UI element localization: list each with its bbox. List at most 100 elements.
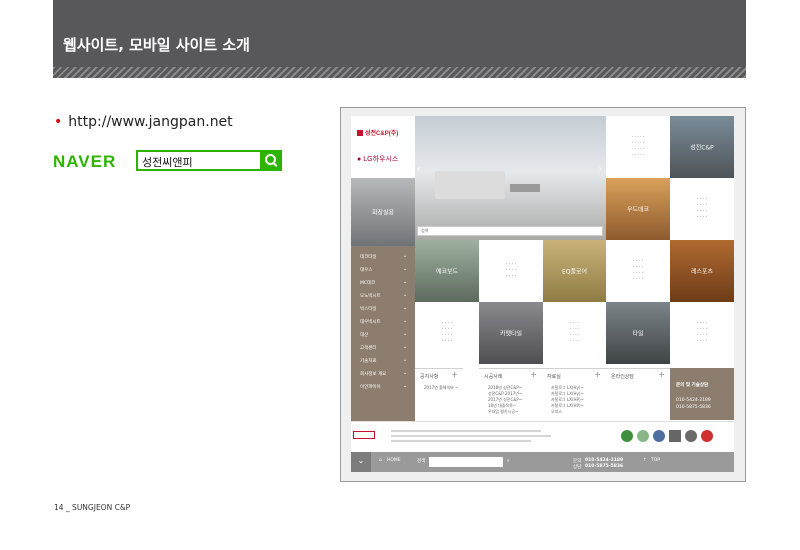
certification-badge-icon: [669, 430, 681, 442]
news-online[interactable]: 온라인상담 +: [606, 368, 670, 420]
top-button[interactable]: TOP: [651, 458, 660, 463]
chevron-down-icon: ⌄: [403, 344, 408, 350]
arrow-up-icon[interactable]: ↑: [643, 458, 647, 463]
logo-area: 성전C&P(주) LG하우시스: [351, 116, 415, 178]
sidebar-item[interactable]: 데코타일: [360, 254, 377, 260]
naver-logo: NAVER: [53, 152, 117, 171]
website-url[interactable]: http://www.jangpan.net: [68, 114, 232, 130]
chevron-down-icon: ⌄: [403, 266, 408, 272]
plus-icon[interactable]: +: [451, 370, 458, 379]
tile-tile2[interactable]: 타일: [606, 302, 670, 364]
news-line[interactable]: 오피스: [551, 409, 562, 415]
news-files[interactable]: 자료실 + 카탈로그 LX(Hy)~ 카탈로그 LX(Hy)~ 카탈로그 LX(…: [542, 368, 606, 420]
plus-icon[interactable]: +: [658, 370, 665, 379]
chevron-left-icon[interactable]: ‹: [417, 164, 420, 173]
table-shape: [510, 184, 540, 192]
company-logo[interactable]: 성전C&P(주): [357, 128, 398, 137]
home-icon[interactable]: ⌂: [379, 458, 382, 463]
hero-search-input[interactable]: 검색: [417, 226, 603, 236]
sidebar-item[interactable]: 기술자료: [360, 358, 377, 364]
footer-text-line: [391, 430, 541, 432]
news-heading: 온라인상담: [611, 374, 635, 380]
page-number: 14 _ SUNGJEON C&P: [54, 503, 131, 512]
chevron-down-icon: ⌄: [403, 357, 408, 363]
tile-wood[interactable]: 우드데코: [606, 178, 670, 240]
contact-box: 문의 및 기술상담 010-5424-2189 010-5875-5836: [670, 368, 734, 420]
certification-badge-icon: [621, 430, 633, 442]
slide-header: 웹사이트, 모바일 사이트 소개: [53, 0, 746, 78]
lg-logo[interactable]: LG하우시스: [357, 154, 398, 164]
phone-label-2: 상담: [573, 465, 582, 470]
plus-icon[interactable]: +: [594, 370, 601, 379]
sidebar-item[interactable]: 이인파이어: [360, 384, 381, 390]
bottom-search-label: 검색: [417, 459, 426, 464]
bottom-search-input[interactable]: [429, 457, 503, 467]
bullet-icon: •: [54, 114, 63, 130]
website-page: 성전C&P(주) LG하우시스 화장실용 ‹ › 검색 · · · · ·· ·…: [351, 116, 734, 472]
tile-info-text: · · · · · · · · · · · ·: [505, 262, 516, 279]
tile-tile2-label: 타일: [632, 330, 644, 338]
news-cases[interactable]: 시공사례 + 2018년 성전C&P~ 성전C&P 2017년~ 2017년 성…: [479, 368, 542, 420]
tile-carpet[interactable]: 카펫타일: [479, 302, 543, 364]
news-heading: 공지사항: [420, 374, 439, 380]
sidebar-item[interactable]: MC데코: [360, 280, 375, 286]
search-icon[interactable]: [260, 150, 282, 171]
tile-hwajang-label: 화장실용: [371, 209, 395, 217]
chevron-down-icon: ⌄: [403, 305, 408, 311]
hero-banner[interactable]: ‹ › 검색: [415, 116, 606, 240]
contact-phone-1: 010-5424-2189: [676, 398, 711, 403]
tile-info-text: · · · · · · · · · · · · · · · ·: [441, 321, 452, 344]
bottom-bar: ⌄ ⌂ HOME 검색 ⌕ 문의 010-5424-2189 상담 010-58…: [351, 452, 734, 472]
naver-search-value[interactable]: 성전씨앤피: [142, 154, 193, 170]
chevron-right-icon[interactable]: ›: [599, 164, 602, 173]
certification-badge-icon: [685, 430, 697, 442]
tile-info-2[interactable]: · · · · · · · · · · · · · · · ·: [670, 178, 734, 240]
news-heading: 자료실: [547, 374, 561, 380]
certification-badge-icon: [701, 430, 713, 442]
sofa-shape: [435, 171, 505, 199]
search-icon[interactable]: ⌕: [507, 458, 510, 464]
home-link[interactable]: HOME: [387, 458, 401, 463]
tile-eq-label: EQ플로어: [561, 268, 588, 276]
tile-info-4[interactable]: · · · · · · · · · · · · · · · ·: [606, 240, 670, 302]
tile-info-6[interactable]: · · · · · · · · · · · · · · · ·: [543, 302, 606, 364]
contact-phone-2: 010-5875-5836: [676, 405, 711, 410]
tile-sports[interactable]: 레스포츠: [670, 240, 734, 302]
naver-search-box[interactable]: 성전씨앤피: [136, 150, 282, 171]
news-line[interactable]: 우대입 평가시공~: [488, 409, 518, 415]
chevron-down-icon: ⌄: [403, 279, 408, 285]
chevron-down-icon[interactable]: ⌄: [351, 452, 371, 472]
tile-eq[interactable]: EQ플로어: [543, 240, 606, 302]
bottom-phone-2: 010-5875-5836: [585, 464, 624, 469]
sidebar-item[interactable]: 대우스: [360, 267, 372, 273]
sidebar-item[interactable]: 대산: [360, 332, 368, 338]
tile-info-1[interactable]: · · · · · · · · · · · · · · · · · · · ·: [606, 116, 670, 178]
tile-info-5[interactable]: · · · · · · · · · · · · · · · ·: [415, 302, 479, 364]
footer-text-line: [391, 440, 531, 442]
tile-info-3[interactable]: · · · · · · · · · · · ·: [479, 240, 543, 302]
chevron-down-icon: ⌄: [403, 318, 408, 324]
chevron-down-icon: ⌄: [403, 331, 408, 337]
slide-title: 웹사이트, 모바일 사이트 소개: [63, 36, 250, 54]
news-line[interactable]: 2017년 올해의바 ~: [424, 385, 458, 391]
tile-info-text: · · · · · · · · · · · · · · · ·: [696, 321, 707, 344]
news-notice[interactable]: 공지사항 + 2017년 올해의바 ~: [415, 368, 463, 420]
tile-hwajang[interactable]: 화장실용: [351, 178, 415, 246]
sidebar-item[interactable]: 대우빅시트: [360, 319, 381, 325]
tile-info-text: · · · · · · · · · · · · · · · ·: [569, 321, 580, 344]
chevron-down-icon: ⌄: [403, 383, 408, 389]
sidebar-item[interactable]: 회사정보 개요: [360, 371, 386, 377]
tile-sungjeon[interactable]: 성전C&P: [670, 116, 734, 178]
sidebar-item[interactable]: 고객센터: [360, 345, 377, 351]
sidebar-item[interactable]: 빅스타일: [360, 306, 377, 312]
tile-eco[interactable]: 에코보드: [415, 240, 479, 302]
tile-carpet-label: 카펫타일: [499, 330, 523, 338]
header-stripe: [53, 67, 746, 78]
tile-info-text: · · · · · · · · · · · · · · · · · · · ·: [631, 135, 645, 158]
tile-info-7[interactable]: · · · · · · · · · · · · · · · ·: [670, 302, 734, 364]
plus-icon[interactable]: +: [530, 370, 537, 379]
sidebar-menu: 데코타일 대우스 MC데코 모노빅시트 빅스타일 대우빅시트 대산 고객센터 기…: [351, 246, 415, 421]
news-heading: 시공사례: [484, 374, 503, 380]
site-footer: [351, 421, 734, 452]
sidebar-item[interactable]: 모노빅시트: [360, 293, 381, 299]
